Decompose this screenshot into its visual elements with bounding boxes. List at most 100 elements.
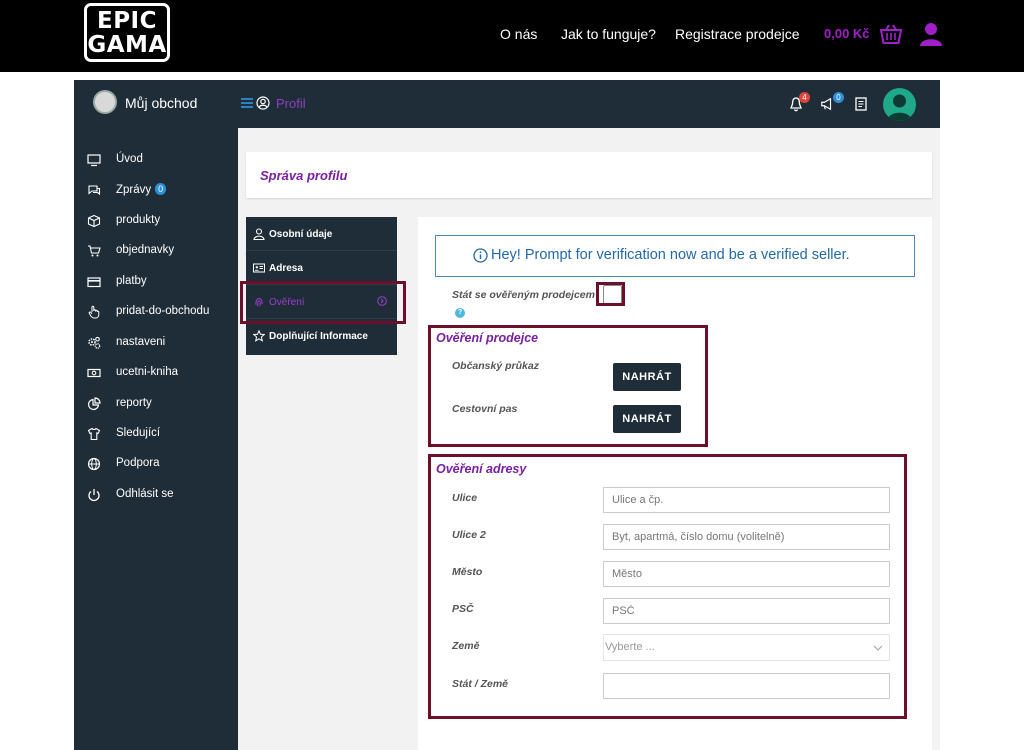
sidebar-item-label: pridat-do-obchodu xyxy=(116,305,210,317)
address-verification-title: Ověření adresy xyxy=(436,462,527,476)
user-outline-icon xyxy=(253,228,265,240)
top-navbar: EPIC GAMA O nás Jak to funguje? Registra… xyxy=(0,0,1024,72)
country-select-placeholder: Vyberte ... xyxy=(605,641,655,653)
seller-verification-title: Ověření prodejce xyxy=(436,331,539,345)
tab-additional-info[interactable]: Doplňující Informace xyxy=(246,319,397,353)
sidebar-item-label: reporty xyxy=(116,397,152,409)
become-verified-label: Stát se ověřeným prodejcem xyxy=(452,289,595,301)
tab-label: Ověření xyxy=(269,297,305,308)
user-icon[interactable] xyxy=(920,22,942,46)
city-input[interactable] xyxy=(603,561,890,587)
dashboard-app: Můj obchod Profil 4 0 Úvod Zprávy 0 prod… xyxy=(74,80,940,750)
sidebar-item-orders[interactable]: objednavky xyxy=(74,237,238,267)
shirt-icon xyxy=(87,427,101,441)
user-avatar[interactable] xyxy=(883,88,916,121)
tab-label: Osobní údaje xyxy=(269,229,333,240)
sidebar-item-logout[interactable]: Odhlásit se xyxy=(74,481,238,511)
nav-about[interactable]: O nás xyxy=(500,26,537,42)
sidebar-item-add-to-shop[interactable]: pridat-do-obchodu xyxy=(74,298,238,328)
sidebar-item-label: Sledující xyxy=(116,427,161,439)
street2-label: Ulice 2 xyxy=(452,529,486,541)
basket-icon[interactable] xyxy=(879,22,903,46)
sidebar-item-label: Zprávy xyxy=(116,184,152,196)
page-title: Správa profilu xyxy=(260,168,348,183)
sidebar-item-settings[interactable]: nastaveni xyxy=(74,329,238,359)
shop-name[interactable]: Můj obchod xyxy=(125,95,197,111)
id-card-label: Občanský průkaz xyxy=(452,360,539,372)
breadcrumb[interactable]: Profil xyxy=(276,96,306,111)
passport-label: Cestovní pas xyxy=(452,403,518,415)
epic-gama-logo[interactable]: EPIC GAMA xyxy=(84,3,170,62)
sidebar-item-ledger[interactable]: ucetni-kniha xyxy=(74,359,238,389)
street2-input[interactable] xyxy=(603,524,890,550)
verification-panel: Hey! Prompt for verification now and be … xyxy=(418,217,932,750)
chevron-down-icon xyxy=(873,645,883,651)
state-label: Stát / Země xyxy=(452,678,509,690)
city-label: Město xyxy=(452,566,483,578)
sidebar-item-payments[interactable]: platby xyxy=(74,268,238,298)
sidebar-item-products[interactable]: produkty xyxy=(74,207,238,237)
megaphone-icon[interactable] xyxy=(820,96,834,112)
cart-total[interactable]: 0,00 Kč xyxy=(824,26,870,41)
sidebar-item-label: objednavky xyxy=(116,244,175,256)
nav-seller-registration[interactable]: Registrace prodejce xyxy=(675,26,800,42)
country-label: Země xyxy=(452,640,480,652)
verification-alert: Hey! Prompt for verification now and be … xyxy=(435,235,915,277)
box-icon xyxy=(87,214,101,228)
cart-icon xyxy=(88,245,101,257)
hamburger-menu-icon[interactable] xyxy=(240,96,254,110)
sidebar-item-label-group: Zprávy 0 xyxy=(116,183,167,196)
tab-verification[interactable]: Ověření xyxy=(246,285,397,319)
profile-tabs: Osobní údaje Adresa Ověření Doplňující I… xyxy=(246,217,397,355)
sidebar-item-label: Odhlásit se xyxy=(116,488,174,500)
chat-icon xyxy=(88,185,101,196)
fingerprint-icon xyxy=(255,297,263,307)
zip-label: PSČ xyxy=(452,603,474,615)
monitor-icon xyxy=(87,154,101,167)
sidebar-item-label: nastaveni xyxy=(116,336,166,348)
upload-id-card-button[interactable]: NAHRÁT xyxy=(613,363,681,391)
logo-line-2: GAMA xyxy=(87,32,167,58)
power-icon xyxy=(88,489,100,502)
tab-address[interactable]: Adresa xyxy=(246,251,397,285)
shop-logo xyxy=(93,90,117,114)
hand-pointer-icon xyxy=(88,305,100,319)
announcements-badge: 0 xyxy=(833,92,844,103)
tab-label: Doplňující Informace xyxy=(269,331,368,342)
sidebar-item-support[interactable]: Podpora xyxy=(74,450,238,480)
upload-passport-button[interactable]: NAHRÁT xyxy=(613,405,681,433)
gears-icon xyxy=(88,336,101,349)
nav-how-it-works[interactable]: Jak to funguje? xyxy=(561,26,656,42)
user-circle-icon xyxy=(256,96,270,110)
document-icon[interactable] xyxy=(854,96,868,112)
zip-input[interactable] xyxy=(603,598,890,624)
help-icon[interactable]: ? xyxy=(455,308,465,318)
info-icon xyxy=(473,248,488,263)
state-input[interactable] xyxy=(603,673,890,699)
street-input[interactable] xyxy=(603,487,890,513)
tab-personal-info[interactable]: Osobní údaje xyxy=(246,217,397,251)
globe-icon xyxy=(87,457,101,471)
logo-line-1: EPIC xyxy=(96,8,157,34)
tab-label: Adresa xyxy=(269,263,303,274)
chevron-right-circle-icon xyxy=(377,296,387,306)
sidebar-item-reports[interactable]: reporty xyxy=(74,390,238,420)
star-icon xyxy=(253,330,265,342)
notifications-badge: 4 xyxy=(799,92,810,103)
sidebar-item-label: ucetni-kniha xyxy=(116,366,179,378)
app-header: Můj obchod Profil 4 0 xyxy=(74,80,940,128)
sidebar-item-home[interactable]: Úvod xyxy=(74,146,238,176)
sidebar-item-label: produkty xyxy=(116,214,161,226)
become-verified-checkbox[interactable] xyxy=(603,285,622,304)
sidebar-item-followers[interactable]: Sledující xyxy=(74,420,238,450)
money-icon xyxy=(87,368,101,378)
pie-chart-icon xyxy=(87,397,101,411)
street-label: Ulice xyxy=(452,492,478,504)
id-card-icon xyxy=(253,263,265,273)
sidebar-item-label: Úvod xyxy=(116,153,143,165)
messages-badge: 0 xyxy=(155,183,167,195)
sidebar-item-label: Podpora xyxy=(116,457,160,469)
country-select[interactable]: Vyberte ... xyxy=(603,634,890,661)
sidebar-item-messages[interactable]: Zprávy 0 xyxy=(74,176,238,206)
alert-text: Hey! Prompt for verification now and be … xyxy=(491,247,850,263)
